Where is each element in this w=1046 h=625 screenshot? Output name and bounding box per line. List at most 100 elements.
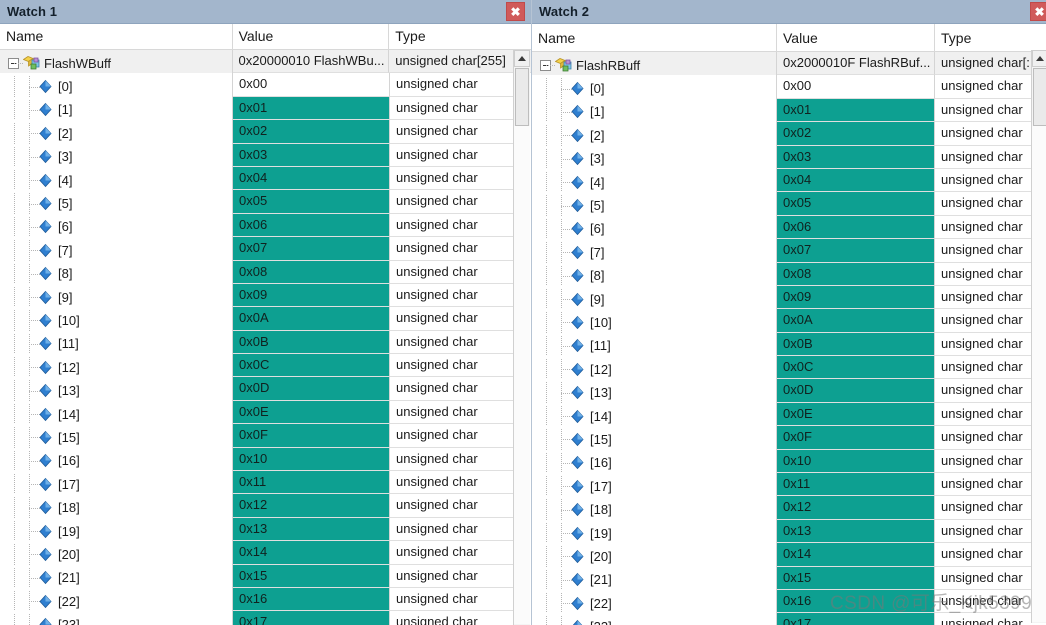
element-value-cell[interactable]: 0x00 — [777, 75, 935, 99]
element-type-cell[interactable]: unsigned char — [935, 613, 1046, 625]
table-row[interactable]: [0] 0x00 unsigned char — [532, 75, 1046, 99]
element-type-cell[interactable]: unsigned char — [390, 611, 515, 625]
element-value-cell[interactable]: 0x04 — [233, 166, 390, 191]
element-type-cell[interactable]: unsigned char — [935, 145, 1046, 169]
element-name-cell[interactable]: [16] — [0, 447, 233, 472]
table-row[interactable]: [9] 0x09 unsigned char — [532, 285, 1046, 310]
table-row[interactable]: [7] 0x07 unsigned char — [532, 239, 1046, 263]
table-row[interactable]: [11] 0x0B unsigned char — [0, 330, 531, 355]
element-name-cell[interactable]: [17] — [0, 471, 233, 495]
watch1-vertical-scrollbar[interactable] — [513, 50, 530, 625]
element-name-cell[interactable]: [15] — [532, 426, 777, 450]
element-type-cell[interactable]: unsigned char — [935, 589, 1046, 614]
table-row[interactable]: [17] 0x11 unsigned char — [0, 471, 531, 495]
element-name-cell[interactable]: [4] — [0, 166, 233, 191]
element-value-cell[interactable]: 0x01 — [233, 96, 390, 121]
table-row[interactable]: [10] 0x0A unsigned char — [532, 309, 1046, 333]
element-type-cell[interactable]: unsigned char — [935, 496, 1046, 520]
element-type-cell[interactable]: unsigned char — [935, 566, 1046, 590]
element-type-cell[interactable]: unsigned char — [390, 260, 515, 284]
scroll-up-button[interactable] — [514, 50, 530, 67]
element-type-cell[interactable]: unsigned char — [390, 213, 515, 238]
element-value-cell[interactable]: 0x09 — [233, 283, 390, 308]
element-value-cell[interactable]: 0x05 — [233, 190, 390, 214]
element-name-cell[interactable]: [19] — [0, 517, 233, 542]
element-name-cell[interactable]: [14] — [0, 400, 233, 425]
element-type-cell[interactable]: unsigned char — [935, 262, 1046, 286]
element-type-cell[interactable]: unsigned char — [390, 564, 515, 588]
element-value-cell[interactable]: 0x0E — [777, 402, 935, 427]
watch2-root-name-cell[interactable]: FlashRBuff — [532, 52, 777, 76]
element-name-cell[interactable]: [14] — [532, 402, 777, 427]
element-value-cell[interactable]: 0x0D — [233, 377, 390, 401]
element-name-cell[interactable]: [21] — [0, 564, 233, 588]
element-type-cell[interactable]: unsigned char — [390, 307, 515, 331]
table-row[interactable]: [14] 0x0E unsigned char — [532, 402, 1046, 427]
element-name-cell[interactable]: [18] — [532, 496, 777, 520]
element-type-cell[interactable]: unsigned char — [390, 471, 515, 495]
element-value-cell[interactable]: 0x10 — [777, 449, 935, 474]
scroll-thumb[interactable] — [515, 68, 529, 126]
element-value-cell[interactable]: 0x01 — [777, 98, 935, 123]
watch2-root-value[interactable]: 0x2000010F FlashRBuf... — [777, 52, 935, 76]
element-name-cell[interactable]: [10] — [532, 309, 777, 333]
element-name-cell[interactable]: [9] — [532, 285, 777, 310]
table-row[interactable]: [4] 0x04 unsigned char — [532, 168, 1046, 193]
element-name-cell[interactable]: [11] — [532, 332, 777, 357]
element-type-cell[interactable]: unsigned char — [935, 402, 1046, 427]
element-name-cell[interactable]: [5] — [0, 190, 233, 214]
table-row-root[interactable]: FlashWBuff 0x20000010 FlashWBu... unsign… — [0, 50, 531, 74]
scroll-track[interactable] — [514, 126, 530, 624]
element-name-cell[interactable]: [2] — [0, 120, 233, 144]
element-value-cell[interactable]: 0x17 — [233, 611, 390, 625]
table-row[interactable]: [15] 0x0F unsigned char — [0, 424, 531, 448]
element-value-cell[interactable]: 0x08 — [233, 260, 390, 284]
element-name-cell[interactable]: [3] — [532, 145, 777, 169]
table-row[interactable]: [2] 0x02 unsigned char — [532, 122, 1046, 146]
element-value-cell[interactable]: 0x13 — [233, 517, 390, 542]
element-type-cell[interactable]: unsigned char — [390, 166, 515, 191]
element-name-cell[interactable]: [11] — [0, 330, 233, 355]
table-row[interactable]: [19] 0x13 unsigned char — [0, 517, 531, 542]
element-value-cell[interactable]: 0x05 — [777, 192, 935, 216]
table-row[interactable]: [12] 0x0C unsigned char — [532, 356, 1046, 380]
element-type-cell[interactable]: unsigned char — [935, 519, 1046, 544]
table-row[interactable]: [20] 0x14 unsigned char — [532, 543, 1046, 567]
element-value-cell[interactable]: 0x07 — [233, 237, 390, 261]
watch1-root-type[interactable]: unsigned char[255] — [389, 50, 531, 74]
table-row[interactable]: [15] 0x0F unsigned char — [532, 426, 1046, 450]
collapse-box-icon[interactable] — [540, 60, 551, 72]
element-type-cell[interactable]: unsigned char — [390, 120, 515, 144]
element-value-cell[interactable]: 0x15 — [233, 564, 390, 588]
element-type-cell[interactable]: unsigned char — [390, 494, 515, 518]
element-value-cell[interactable]: 0x03 — [233, 143, 390, 167]
element-value-cell[interactable]: 0x0C — [233, 354, 390, 378]
element-type-cell[interactable]: unsigned char — [390, 587, 515, 612]
element-name-cell[interactable]: [7] — [0, 237, 233, 261]
element-name-cell[interactable]: [22] — [532, 589, 777, 614]
element-value-cell[interactable]: 0x04 — [777, 168, 935, 193]
table-row[interactable]: [7] 0x07 unsigned char — [0, 237, 531, 261]
element-value-cell[interactable]: 0x02 — [233, 120, 390, 144]
element-name-cell[interactable]: [17] — [532, 473, 777, 497]
watch2-close-button[interactable]: ✖ — [1030, 2, 1046, 21]
element-value-cell[interactable]: 0x0F — [233, 424, 390, 448]
element-name-cell[interactable]: [21] — [532, 566, 777, 590]
collapse-box-icon[interactable] — [8, 58, 19, 70]
element-name-cell[interactable]: [2] — [532, 122, 777, 146]
table-row[interactable]: [23] 0x17unsigned char — [0, 611, 531, 625]
element-name-cell[interactable]: [20] — [532, 543, 777, 567]
watch2-header-value[interactable]: Value — [777, 24, 935, 51]
element-value-cell[interactable]: 0x0F — [777, 426, 935, 450]
table-row[interactable]: [18] 0x12 unsigned char — [0, 494, 531, 518]
watch1-header-name[interactable]: Name — [0, 24, 233, 49]
table-row[interactable]: [11] 0x0B unsigned char — [532, 332, 1046, 357]
table-row[interactable]: [17] 0x11 unsigned char — [532, 473, 1046, 497]
element-type-cell[interactable]: unsigned char — [390, 143, 515, 167]
element-name-cell[interactable]: [4] — [532, 168, 777, 193]
table-row[interactable]: [8] 0x08 unsigned char — [0, 260, 531, 284]
element-type-cell[interactable]: unsigned char — [390, 73, 515, 97]
element-name-cell[interactable]: [20] — [0, 541, 233, 565]
element-type-cell[interactable]: unsigned char — [935, 215, 1046, 240]
element-value-cell[interactable]: 0x0D — [777, 379, 935, 403]
